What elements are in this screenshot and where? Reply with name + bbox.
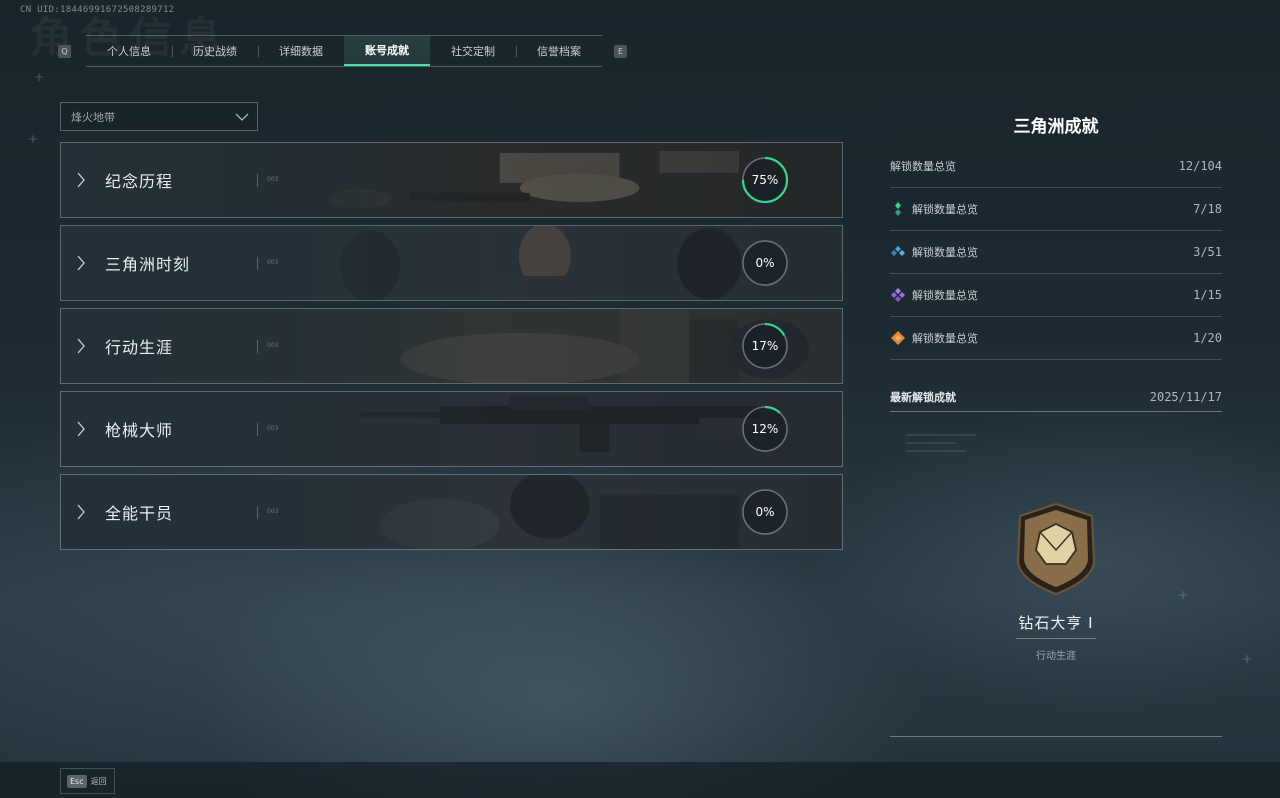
progress-percent: 17% bbox=[751, 339, 779, 353]
stat-row-green: 解锁数量总览 7/18 bbox=[890, 188, 1222, 231]
chevron-down-icon bbox=[235, 113, 249, 121]
category-mini-text: 003 bbox=[267, 176, 279, 183]
category-label: 三角洲时刻 bbox=[105, 255, 191, 274]
stat-value: 1/20 bbox=[1193, 331, 1222, 345]
latest-achievement-name: 钻石大亨 I bbox=[1018, 614, 1094, 632]
back-label: 返回 bbox=[90, 776, 107, 786]
progress-percent: 0% bbox=[755, 505, 775, 519]
tab-detailed-data[interactable]: 详细数据 bbox=[258, 36, 344, 66]
deco-plus: + bbox=[1242, 652, 1253, 666]
tab-prev-key[interactable]: Q bbox=[58, 44, 71, 58]
progress-percent: 75% bbox=[751, 173, 779, 187]
blue-gem-icon bbox=[891, 246, 905, 256]
orange-gem-icon bbox=[891, 331, 905, 345]
stat-label: 解锁数量总览 bbox=[912, 203, 978, 216]
chevron-right-icon bbox=[77, 421, 85, 437]
top-tab-bar: Q 个人信息 历史战绩 详细数据 账号成就 社交定制 信誉档案 E bbox=[58, 35, 627, 67]
progress-ring: 0% bbox=[741, 488, 789, 536]
category-mini-text: 003 bbox=[267, 342, 279, 349]
tab-account-achievements[interactable]: 账号成就 bbox=[344, 36, 430, 66]
category-card-weapon-master[interactable]: 枪械大师 003 12% bbox=[60, 391, 843, 467]
progress-ring: 12% bbox=[741, 405, 789, 453]
latest-achievement-showcase: 钻石大亨 I 行动生涯 bbox=[890, 412, 1222, 737]
stat-row-orange: 解锁数量总览 1/20 bbox=[890, 317, 1222, 360]
latest-achievement-header: 最新解锁成就 2025/11/17 bbox=[890, 382, 1222, 412]
deco-plus: + bbox=[34, 70, 45, 84]
stat-label: 解锁数量总览 bbox=[912, 332, 978, 345]
tab-personal-info[interactable]: 个人信息 bbox=[86, 36, 172, 66]
category-card-commemorative[interactable]: 纪念历程 003 75% bbox=[60, 142, 843, 218]
progress-ring: 0% bbox=[741, 239, 789, 287]
stat-label: 解锁数量总览 bbox=[912, 246, 978, 259]
mode-select[interactable]: 烽火地带 bbox=[60, 102, 258, 131]
stat-value: 12/104 bbox=[1178, 159, 1222, 173]
user-uid: CN UID:18446991672508289712 bbox=[20, 5, 175, 15]
stat-row-blue: 解锁数量总览 3/51 bbox=[890, 231, 1222, 274]
green-gem-icon bbox=[895, 202, 901, 216]
category-card-delta-moments[interactable]: 三角洲时刻 003 0% bbox=[60, 225, 843, 301]
chevron-right-icon bbox=[77, 338, 85, 354]
panel-title: 三角洲成就 bbox=[1013, 117, 1099, 137]
stat-row-total: 解锁数量总览 12/104 bbox=[890, 145, 1222, 188]
category-label: 纪念历程 bbox=[105, 172, 174, 191]
esc-key-hint: Esc bbox=[67, 774, 87, 788]
latest-label: 最新解锁成就 bbox=[890, 390, 956, 404]
progress-ring: 75% bbox=[741, 156, 789, 204]
progress-percent: 0% bbox=[755, 256, 775, 270]
stat-label: 解锁数量总览 bbox=[912, 289, 978, 302]
deco-plus: + bbox=[28, 132, 39, 146]
chevron-right-icon bbox=[77, 504, 85, 520]
stat-row-purple: 解锁数量总览 1/15 bbox=[890, 274, 1222, 317]
tab-social-custom[interactable]: 社交定制 bbox=[430, 36, 516, 66]
category-label: 全能干员 bbox=[105, 504, 174, 523]
tab-next-key[interactable]: E bbox=[614, 44, 627, 58]
achievement-category-list: 纪念历程 003 75% 三角洲时刻 003 0% 行动生涯 003 17% 枪… bbox=[60, 142, 843, 557]
category-label: 枪械大师 bbox=[105, 421, 174, 440]
latest-date: 2025/11/17 bbox=[1149, 389, 1222, 404]
tab-list: 个人信息 历史战绩 详细数据 账号成就 社交定制 信誉档案 bbox=[86, 35, 602, 67]
achievement-summary-panel: 三角洲成就 解锁数量总览 12/104 解锁数量总览 7/18 解锁数量总览 3… bbox=[890, 105, 1222, 737]
stat-label: 解锁数量总览 bbox=[890, 160, 956, 173]
category-mini-text: 003 bbox=[267, 508, 279, 515]
tab-reputation-file[interactable]: 信誉档案 bbox=[516, 36, 602, 66]
mode-select-value: 烽火地带 bbox=[71, 110, 115, 124]
purple-gem-icon bbox=[891, 288, 905, 302]
stat-value: 3/51 bbox=[1193, 245, 1222, 259]
footer-bar: Esc 返回 bbox=[0, 762, 1280, 798]
category-mini-text: 003 bbox=[267, 259, 279, 266]
stat-value: 7/18 bbox=[1193, 202, 1222, 216]
progress-ring: 17% bbox=[741, 322, 789, 370]
achievement-badge-icon[interactable] bbox=[1014, 502, 1098, 596]
tab-history-record[interactable]: 历史战绩 bbox=[172, 36, 258, 66]
chevron-right-icon bbox=[77, 172, 85, 188]
chevron-right-icon bbox=[77, 255, 85, 271]
category-label: 行动生涯 bbox=[105, 338, 174, 357]
back-button[interactable]: Esc 返回 bbox=[60, 768, 115, 794]
category-mini-text: 003 bbox=[267, 425, 279, 432]
latest-achievement-category: 行动生涯 bbox=[1036, 651, 1076, 662]
stat-value: 1/15 bbox=[1193, 288, 1222, 302]
category-card-operation-career[interactable]: 行动生涯 003 17% bbox=[60, 308, 843, 384]
category-card-all-round-operator[interactable]: 全能干员 003 0% bbox=[60, 474, 843, 550]
progress-percent: 12% bbox=[751, 422, 779, 436]
